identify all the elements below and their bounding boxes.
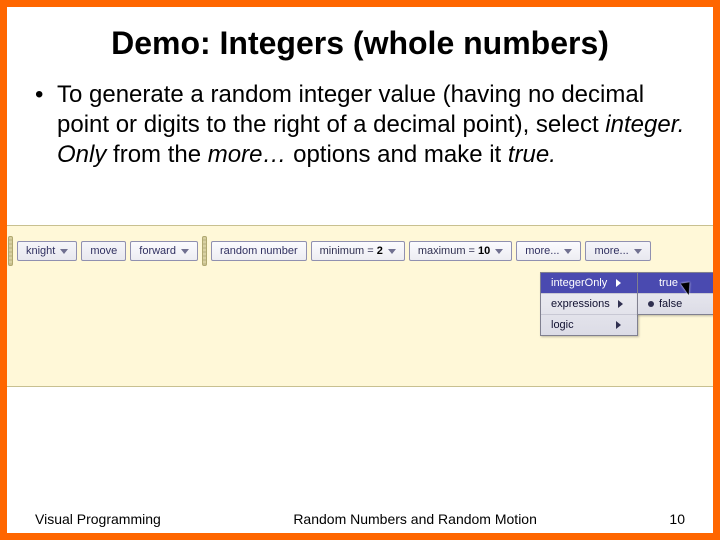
footer: Visual Programming Random Numbers and Ra… (7, 511, 713, 527)
chevron-right-icon (616, 321, 621, 329)
footer-left: Visual Programming (35, 511, 161, 527)
footer-center: Random Numbers and Random Motion (285, 511, 545, 527)
page-number: 10 (669, 511, 685, 527)
chevron-right-icon (616, 279, 621, 287)
bullet-pre: To generate a random integer value (havi… (57, 81, 644, 138)
tile-more-inner-label: more... (525, 245, 559, 257)
tile-direction[interactable]: forward (130, 241, 198, 261)
drag-handle-icon[interactable] (202, 236, 207, 266)
menu-item-expressions[interactable]: expressions (541, 293, 637, 314)
code-tile-row: knight move forward random number minimu… (8, 236, 655, 266)
tile-object[interactable]: knight (17, 241, 77, 261)
body-text: • To generate a random integer value (ha… (7, 68, 713, 170)
dropdown-integer-only: true false (637, 272, 720, 315)
menu-item-logic-label: logic (551, 319, 574, 331)
tile-more-outer-label: more... (594, 245, 628, 257)
alice-screenshot: knight move forward random number minimu… (0, 225, 720, 387)
bullet: • To generate a random integer value (ha… (35, 80, 685, 170)
tile-object-label: knight (26, 245, 55, 257)
bullet-em3: true. (508, 141, 556, 168)
min-label: minimum = (320, 245, 374, 257)
menu-item-logic[interactable]: logic (541, 314, 637, 335)
tile-direction-label: forward (139, 245, 176, 257)
menu-item-false-label: false (659, 298, 682, 310)
menu-item-true[interactable]: true (638, 273, 720, 293)
tile-random-label: random number (220, 245, 298, 257)
tile-move[interactable]: move (81, 241, 126, 261)
chevron-down-icon (564, 249, 572, 254)
menu-item-integer-only[interactable]: integerOnly (541, 273, 637, 293)
radio-icon (648, 301, 654, 307)
bullet-text: To generate a random integer value (havi… (57, 80, 685, 170)
chevron-right-icon (618, 300, 623, 308)
max-label: maximum = (418, 245, 475, 257)
bullet-em2: more… (208, 141, 287, 168)
menu-item-true-label: true (659, 277, 678, 289)
chevron-down-icon (634, 249, 642, 254)
page-title: Demo: Integers (whole numbers) (7, 7, 713, 68)
tile-minimum[interactable]: minimum = 2 (311, 241, 405, 261)
menu-item-false[interactable]: false (638, 293, 720, 314)
tile-maximum[interactable]: maximum = 10 (409, 241, 512, 261)
drag-handle-icon[interactable] (8, 236, 13, 266)
tile-move-label: move (90, 245, 117, 257)
bullet-dot: • (35, 80, 57, 110)
slide: Demo: Integers (whole numbers) • To gene… (0, 0, 720, 540)
bullet-mid: from the (106, 141, 207, 168)
bullet-post: options and make it (286, 141, 507, 168)
chevron-down-icon (388, 249, 396, 254)
chevron-down-icon (495, 249, 503, 254)
menu-item-integer-only-label: integerOnly (551, 277, 607, 289)
tile-random-number[interactable]: random number (211, 241, 307, 261)
chevron-down-icon (60, 249, 68, 254)
tile-more-inner[interactable]: more... (516, 241, 581, 261)
min-value: 2 (377, 245, 383, 257)
dropdown-more: integerOnly expressions logic (540, 272, 638, 336)
tile-more-outer[interactable]: more... (585, 241, 650, 261)
max-value: 10 (478, 245, 490, 257)
chevron-down-icon (181, 249, 189, 254)
menu-item-expressions-label: expressions (551, 298, 610, 310)
